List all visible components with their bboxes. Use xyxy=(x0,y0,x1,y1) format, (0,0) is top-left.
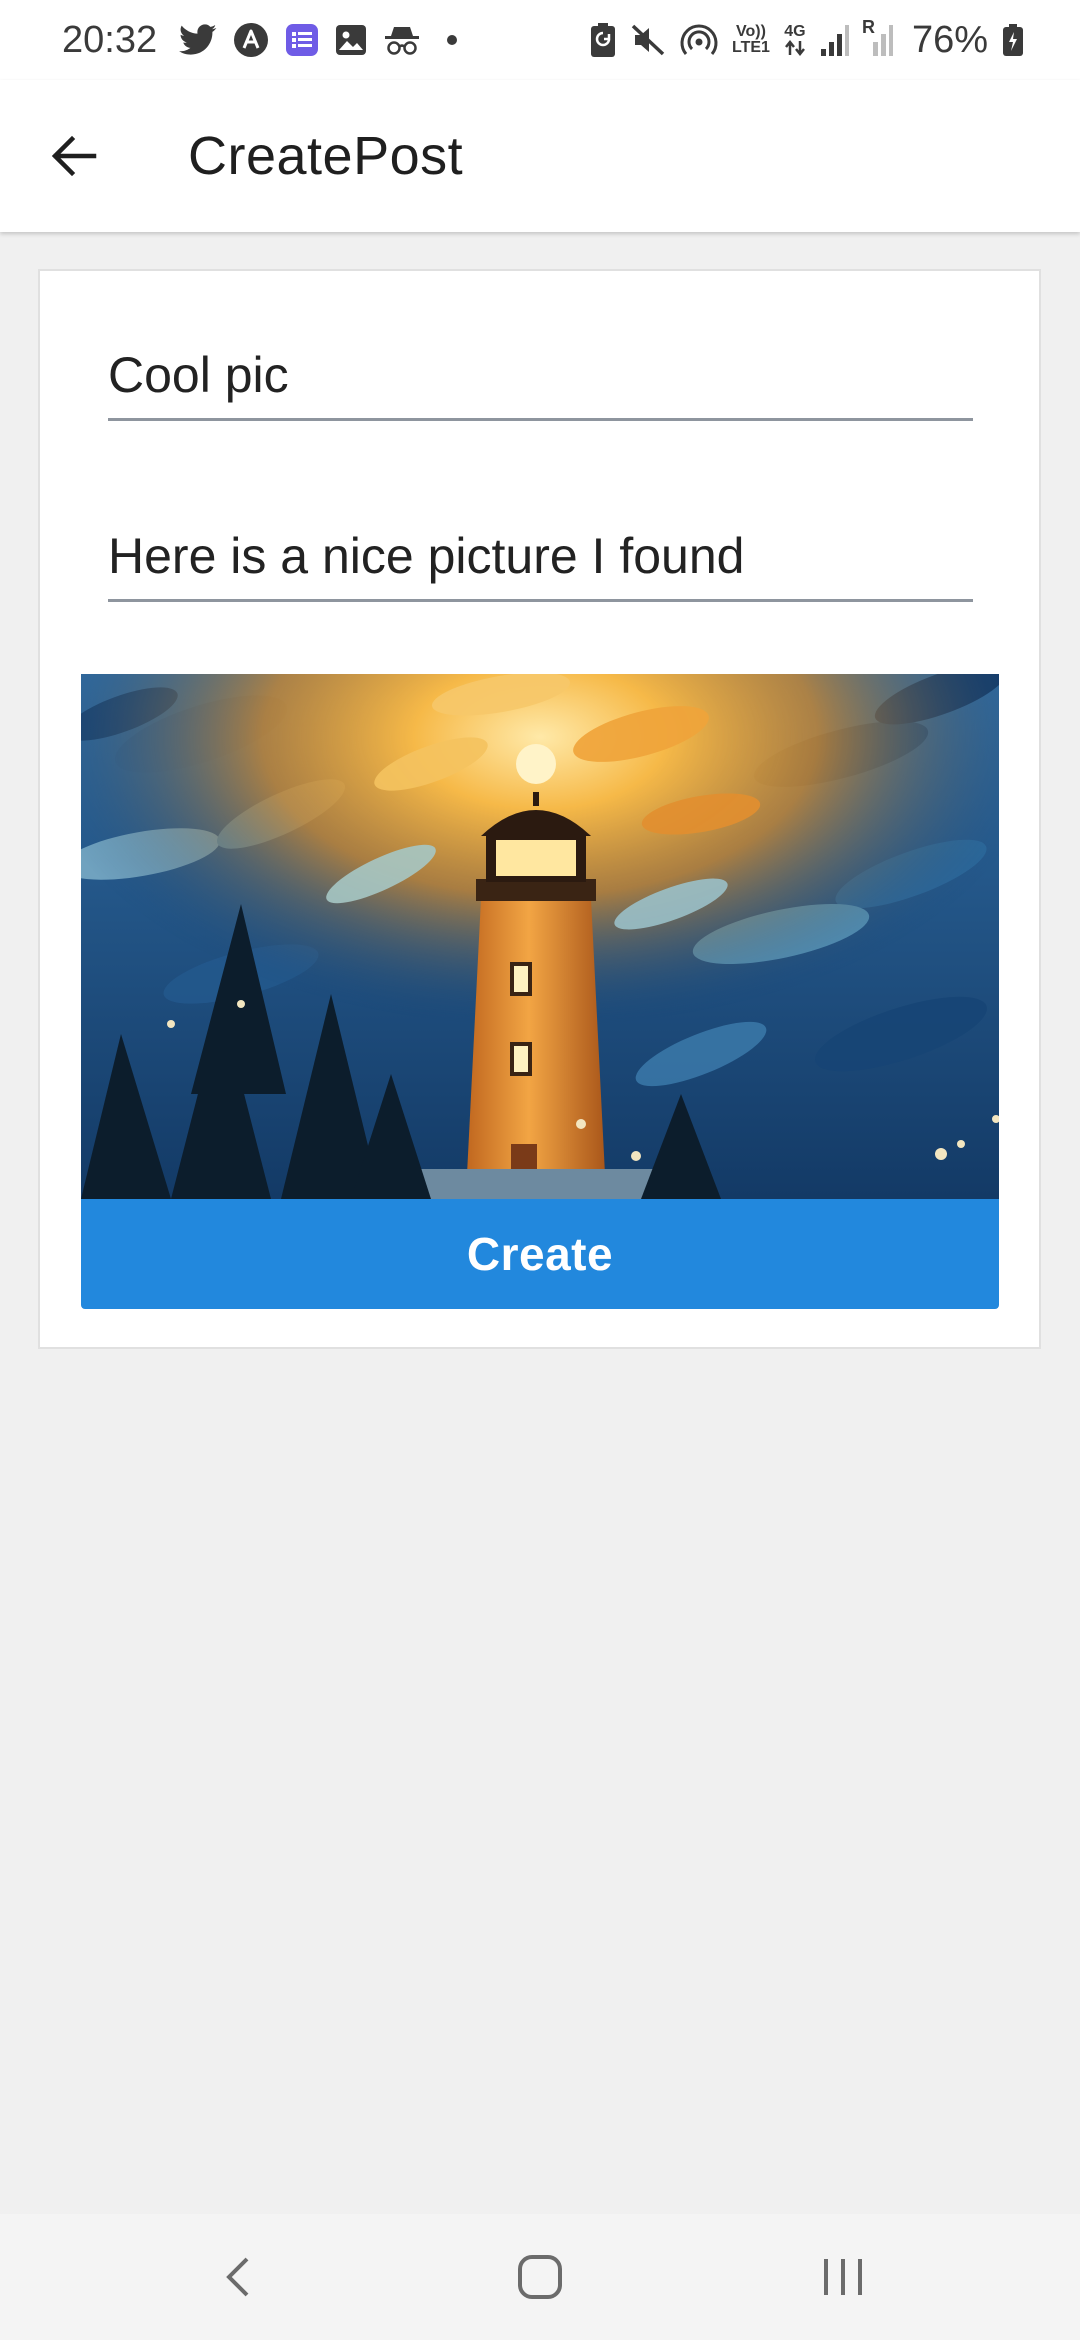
status-time: 20:32 xyxy=(62,18,158,61)
nav-back-button[interactable] xyxy=(177,2234,297,2320)
post-image[interactable] xyxy=(81,674,999,1199)
page-title: CreatePost xyxy=(188,126,464,186)
create-button[interactable]: Create xyxy=(81,1199,999,1309)
network-label: 4G xyxy=(784,23,806,40)
nav-home-icon xyxy=(517,2254,563,2300)
app-bar: CreatePost xyxy=(0,80,1080,232)
description-field xyxy=(108,512,973,602)
twitter-icon xyxy=(179,24,217,56)
list-app-icon xyxy=(285,23,319,57)
status-right: Vo)) LTE1 4G R 76% xyxy=(590,18,1024,62)
lighthouse-painting xyxy=(81,674,999,1199)
volte-label-bottom: LTE1 xyxy=(732,39,770,56)
title-field xyxy=(108,331,973,421)
arrow-back-icon xyxy=(50,134,98,178)
nav-recents-button[interactable] xyxy=(783,2234,903,2320)
status-left: 20:32 xyxy=(62,18,458,62)
status-bar: 20:32 Vo)) LTE1 4G R 76% xyxy=(0,0,1080,80)
volte-icon: Vo)) LTE1 xyxy=(732,24,770,56)
battery-charging-icon xyxy=(1002,23,1024,57)
mute-icon xyxy=(630,22,666,58)
title-input[interactable] xyxy=(108,331,973,418)
nav-home-button[interactable] xyxy=(480,2234,600,2320)
gallery-icon xyxy=(335,24,367,56)
nav-recents-icon xyxy=(821,2257,865,2297)
battery-percent: 76% xyxy=(911,18,988,61)
nav-back-icon xyxy=(223,2255,251,2299)
4g-data-icon: 4G xyxy=(784,24,806,56)
back-button[interactable] xyxy=(34,116,114,196)
more-notifications-dot xyxy=(447,35,458,45)
signal-roaming-icon: R xyxy=(862,18,894,57)
incognito-icon xyxy=(383,24,421,56)
volte-label-top: Vo)) xyxy=(736,23,766,40)
hotspot-icon xyxy=(680,21,718,59)
description-input[interactable] xyxy=(108,512,973,599)
create-post-card: Create xyxy=(38,269,1041,1349)
system-nav-bar xyxy=(0,2214,1080,2340)
battery-saver-icon xyxy=(590,22,616,58)
signal-icon xyxy=(820,23,850,57)
arc-icon xyxy=(233,22,269,58)
roaming-label: R xyxy=(861,17,875,37)
